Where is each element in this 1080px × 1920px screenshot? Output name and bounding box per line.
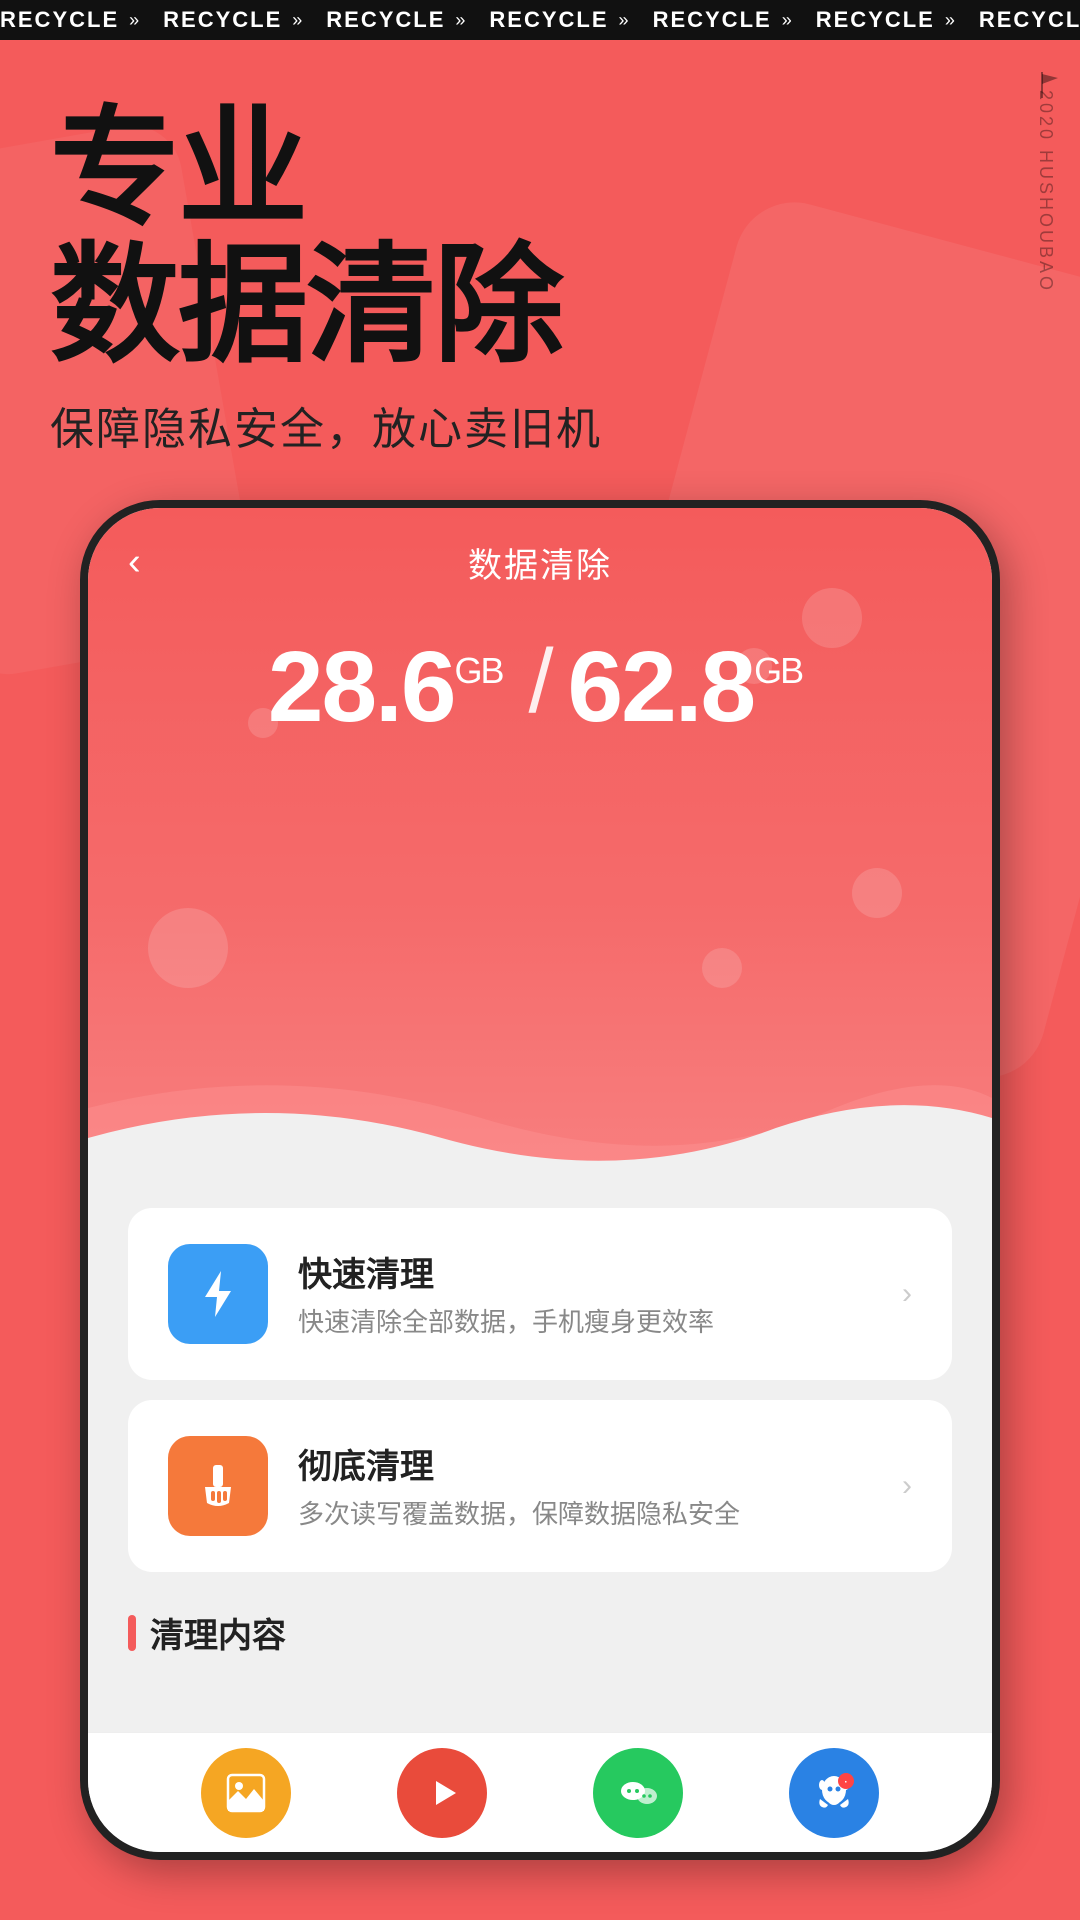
ticker-content: RECYCLE » RECYCLE » RECYCLE » RECYCLE » … — [0, 7, 1080, 33]
hero-title-line2: 数据清除 — [50, 237, 602, 374]
storage-total-value: 62.8 — [568, 637, 755, 737]
ticker-item: RECYCLE — [653, 7, 772, 33]
back-button[interactable]: ‹ — [128, 541, 141, 584]
deep-clean-arrow: › — [902, 1469, 912, 1503]
bottom-app-bar: · — [88, 1732, 992, 1852]
deco-circle-1 — [802, 588, 862, 648]
storage-slash: / — [528, 637, 551, 727]
deco-circle-5 — [148, 908, 228, 988]
deco-circle-3 — [852, 868, 902, 918]
quick-clean-icon — [168, 1244, 268, 1344]
deep-clean-desc: 多次读写覆盖数据，保障数据隐私安全 — [298, 1496, 872, 1532]
section-title-bar — [128, 1615, 136, 1651]
hero-subtitle: 保障隐私安全，放心卖旧机 — [50, 393, 602, 457]
deco-circle-6 — [248, 708, 278, 738]
qq-app-icon[interactable]: · — [789, 1748, 879, 1838]
phone-nav: ‹ 数据清除 — [88, 508, 992, 597]
video-app-icon[interactable] — [397, 1748, 487, 1838]
ticker-item: RECYCLE — [163, 7, 282, 33]
ticker-item: RECYCLE — [816, 7, 935, 33]
deco-circle-4 — [702, 948, 742, 988]
ticker-item: RECYCLE — [326, 7, 445, 33]
side-brand-text: 2020 HUSHOUBAO — [1035, 90, 1056, 293]
ticker-item: RECYCLE — [979, 7, 1080, 33]
phone-screen-bottom: 快速清理 快速清除全部数据，手机瘦身更效率 › — [88, 1208, 992, 1697]
ticker-item: RECYCLE — [0, 7, 119, 33]
deep-clean-card[interactable]: 彻底清理 多次读写覆盖数据，保障数据隐私安全 › — [128, 1400, 952, 1572]
hero-section: 专业 数据清除 保障隐私安全，放心卖旧机 — [50, 100, 602, 457]
phone-screen-top: ‹ 数据清除 28.6 GB / 62.8 GB — [88, 508, 992, 1188]
deep-clean-icon — [168, 1436, 268, 1536]
quick-clean-arrow: › — [902, 1277, 912, 1311]
storage-used-unit: GB — [454, 653, 502, 689]
section-title: 清理内容 — [128, 1592, 952, 1667]
ticker-bar: RECYCLE » RECYCLE » RECYCLE » RECYCLE » … — [0, 0, 1080, 40]
hero-title-line1: 专业 — [50, 100, 602, 237]
flag-icon — [1038, 70, 1062, 100]
deep-clean-text: 彻底清理 多次读写覆盖数据，保障数据隐私安全 — [298, 1439, 872, 1532]
gallery-app-icon[interactable] — [201, 1748, 291, 1838]
quick-clean-card[interactable]: 快速清理 快速清除全部数据，手机瘦身更效率 › — [128, 1208, 952, 1380]
hero-title: 专业 数据清除 — [50, 100, 602, 373]
storage-display: 28.6 GB / 62.8 GB — [88, 637, 992, 737]
deco-circle-2 — [736, 648, 772, 684]
storage-used-value: 28.6 — [268, 637, 455, 737]
phone-mockup: ‹ 数据清除 28.6 GB / 62.8 GB — [80, 500, 1000, 1860]
section-title-text: 清理内容 — [150, 1608, 286, 1657]
quick-clean-desc: 快速清除全部数据，手机瘦身更效率 — [298, 1304, 872, 1340]
quick-clean-title: 快速清理 — [298, 1247, 872, 1296]
nav-title: 数据清除 — [468, 538, 612, 587]
wave-container — [88, 1048, 992, 1188]
quick-clean-text: 快速清理 快速清除全部数据，手机瘦身更效率 — [298, 1247, 872, 1340]
main-background: 2020 HUSHOUBAO 专业 数据清除 保障隐私安全，放心卖旧机 ‹ — [0, 40, 1080, 1920]
svg-text:·: · — [844, 1777, 847, 1788]
deep-clean-title: 彻底清理 — [298, 1439, 872, 1488]
wechat-app-icon[interactable] — [593, 1748, 683, 1838]
ticker-item: RECYCLE — [489, 7, 608, 33]
